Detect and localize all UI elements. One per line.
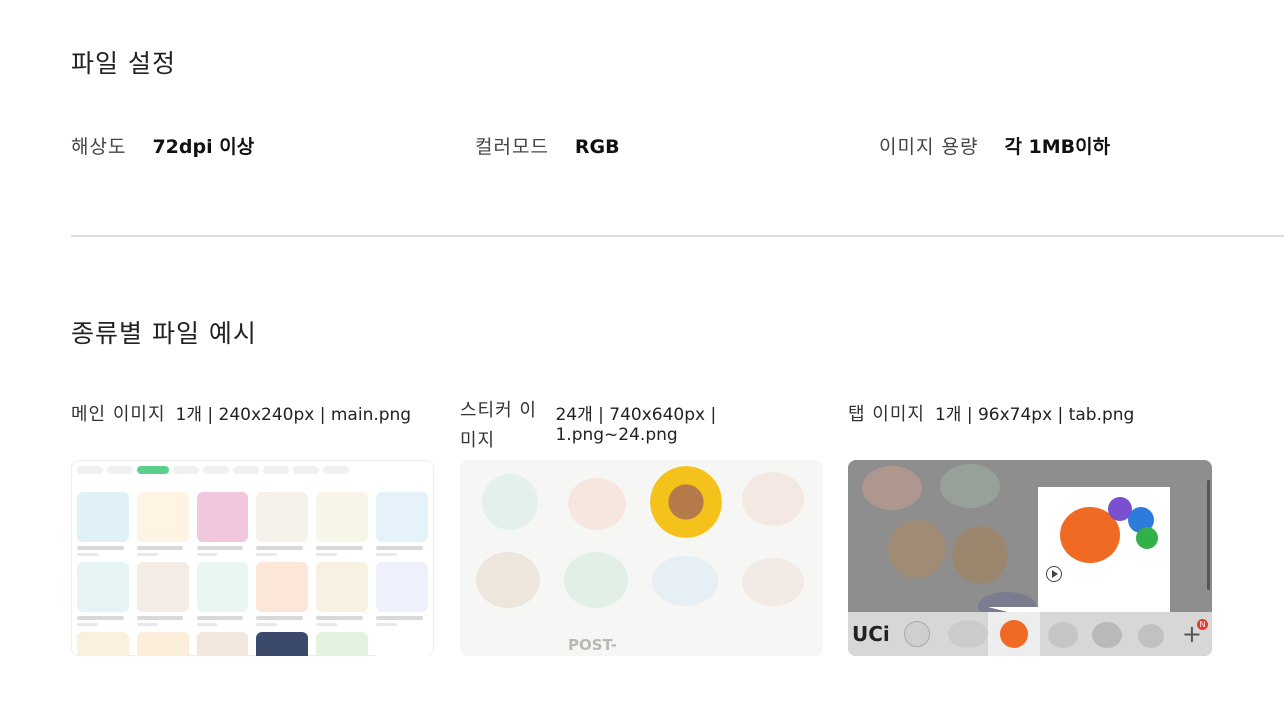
spec-label: 컬러모드: [475, 136, 549, 158]
spec-value: 각 1MB이하: [1004, 136, 1111, 158]
sticker-thumb: [476, 552, 540, 608]
example-meta: 1개 | 240x240px | main.png: [175, 405, 412, 425]
new-badge: N: [1197, 619, 1208, 630]
scrollbar[interactable]: [1207, 480, 1210, 590]
mini-sticker-grid: [77, 492, 428, 656]
spec-file-size: 이미지 용량 각 1MB이하: [879, 132, 1110, 159]
sticker-thumb: [482, 474, 538, 530]
sticker-thumb: [742, 558, 804, 606]
tab-selected[interactable]: [988, 612, 1040, 656]
sticker-images-preview: POST-: [460, 460, 823, 656]
example-card-tab-image: 탭 이미지 1개 | 96x74px | tab.png UCi + N: [848, 400, 1212, 656]
sticker-thumb: [568, 478, 626, 530]
spec-value: RGB: [574, 136, 620, 158]
play-icon[interactable]: [1046, 566, 1062, 582]
spec-resolution: 해상도 72dpi 이상: [71, 132, 254, 159]
sticker-thumb: [564, 552, 628, 608]
tab-icon[interactable]: [1138, 624, 1164, 648]
uci-logo: UCi: [852, 622, 890, 646]
spec-value: 72dpi 이상: [152, 136, 255, 158]
examples-title: 종류별 파일 예시: [71, 319, 257, 348]
sticker-thumb: [652, 556, 718, 606]
example-name: 탭 이미지: [848, 404, 925, 425]
spec-color-mode: 컬러모드 RGB: [475, 132, 620, 159]
example-meta: 1개 | 96x74px | tab.png: [934, 405, 1135, 425]
tab-icon[interactable]: [904, 621, 930, 647]
example-name: 스티커 이미지: [460, 400, 537, 451]
tab-icon[interactable]: [948, 620, 988, 648]
sticker-thumb: [742, 472, 804, 526]
tab-icon[interactable]: [1048, 622, 1078, 648]
section-divider: [71, 235, 1284, 237]
file-settings-title: 파일 설정: [71, 49, 176, 78]
sticker-post-text: POST-: [568, 636, 617, 654]
spec-label: 해상도: [71, 136, 127, 158]
tab-preview-card: [1038, 487, 1170, 607]
example-card-main-image: 메인 이미지 1개 | 240x240px | main.png: [71, 400, 434, 656]
spec-label: 이미지 용량: [879, 136, 979, 158]
example-card-sticker-images: 스티커 이미지 24개 | 740x640px | 1.png~24.png P…: [460, 400, 823, 656]
main-image-preview: [71, 460, 434, 656]
mini-tab-bar: [77, 466, 428, 476]
example-meta: 24개 | 740x640px | 1.png~24.png: [555, 405, 717, 445]
sticker-tab-bar: UCi + N: [848, 612, 1212, 656]
tab-icon[interactable]: [1092, 622, 1122, 648]
tab-image-preview: UCi + N: [848, 460, 1212, 656]
balloon-icon: [1136, 527, 1158, 549]
example-name: 메인 이미지: [71, 404, 166, 425]
sticker-sunflower: [650, 466, 722, 538]
tab-fox-icon: [1000, 620, 1028, 648]
